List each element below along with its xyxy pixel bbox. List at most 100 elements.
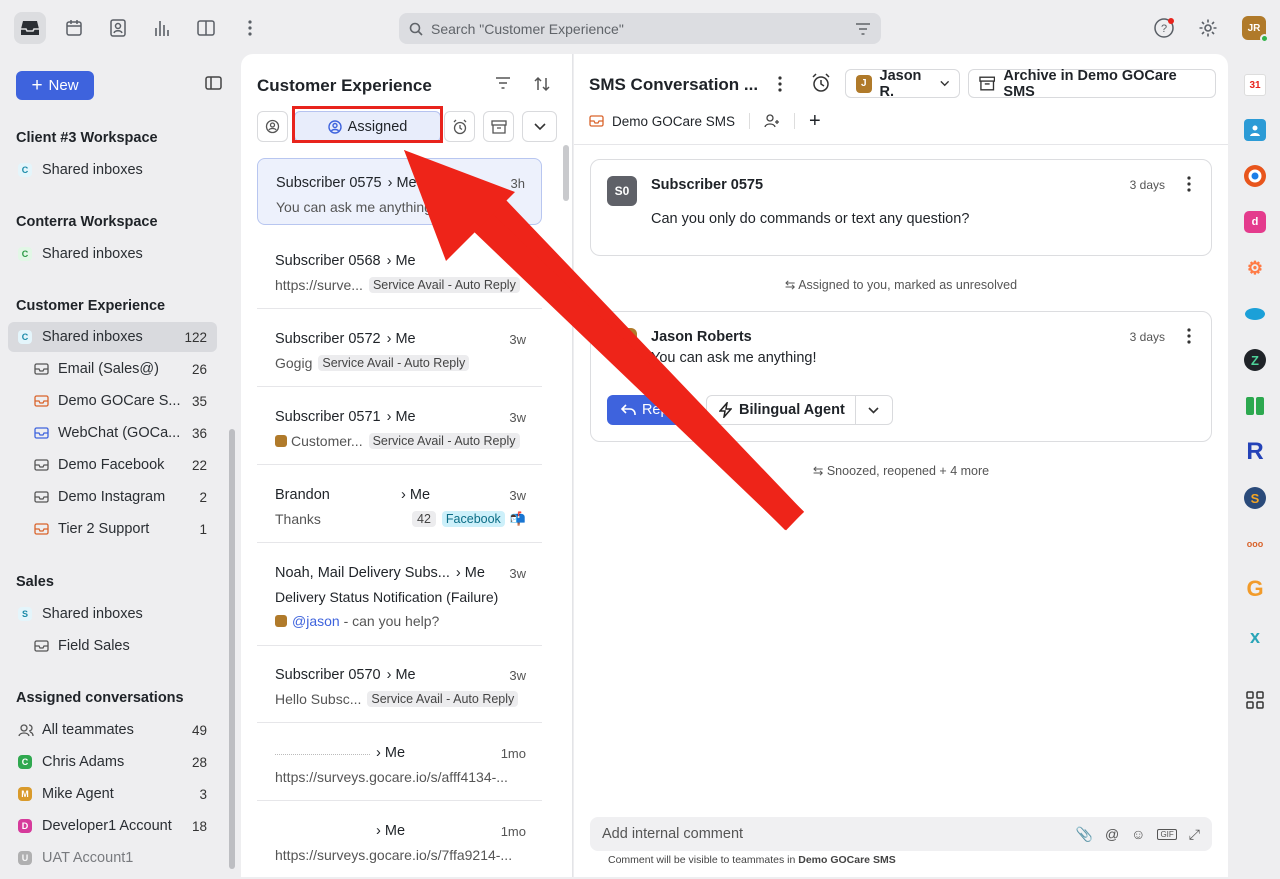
conversation-item[interactable]: Subscriber 0575 › Me 3h You can ask me any… [257, 158, 542, 225]
reply-label: Reply [641, 402, 680, 418]
sidebar-item-count: 18 [191, 818, 207, 834]
tag: Service Avail - Auto Reply [318, 355, 470, 371]
sidebar-item-field-sales[interactable]: Field Sales [8, 631, 217, 661]
assignee-dropdown[interactable]: J Jason R. [845, 68, 960, 100]
assignee-label: › Me [376, 823, 406, 839]
conversation-item[interactable]: Subscriber 0572 › Me 3w Gogig Service Avail… [257, 315, 542, 387]
conversation-preview: https://surve... [275, 277, 363, 293]
sidebar-item-developer1-account[interactable]: D Developer1 Account 18 [8, 811, 217, 841]
mention-icon[interactable]: @ [1105, 826, 1119, 842]
sidebar-item-uat-account1[interactable]: U UAT Account1 [8, 843, 217, 873]
conversation-view: SMS Conversation ... J Jason R. Archive … [574, 54, 1228, 877]
snooze-alarm-icon[interactable] [811, 73, 831, 96]
more-icon[interactable] [234, 12, 266, 44]
search-bar[interactable]: Search "Customer Experience" [399, 13, 881, 44]
filter-icon[interactable] [495, 76, 511, 93]
workspace-badge: S [18, 607, 32, 621]
split-view-icon[interactable] [190, 12, 222, 44]
sidebar-item-shared-inboxes[interactable]: S Shared inboxes [8, 599, 217, 629]
collapse-sidebar-icon[interactable] [205, 76, 222, 93]
envelope-icon [34, 363, 49, 375]
comment-preview: - can you help? [339, 613, 440, 629]
sidebar-scrollbar[interactable] [229, 429, 235, 869]
settings-gear-icon[interactable] [1192, 12, 1224, 44]
add-icon[interactable]: + [809, 111, 821, 131]
group-title: Customer Experience [16, 298, 166, 314]
contact-card-icon[interactable] [1244, 119, 1266, 141]
sidebar-item-demo-facebook[interactable]: Demo Facebook 22 [8, 450, 217, 480]
expand-icon[interactable]: ⤢ [1189, 826, 1200, 843]
zendesk-icon[interactable]: Z [1244, 349, 1266, 371]
message-more-icon[interactable] [1187, 176, 1191, 195]
g-app-icon[interactable]: G [1244, 576, 1266, 601]
dots-app-icon[interactable]: ooo [1244, 533, 1266, 555]
inbox-icon[interactable] [14, 12, 46, 44]
tag: Facebook [441, 511, 505, 527]
list-title: Customer Experience [257, 76, 432, 95]
conversation-item[interactable]: Subscriber 0571 › Me 3w Customer... Service… [257, 393, 542, 465]
sidebar-item-email-sales[interactable]: Email (Sales@) 26 [8, 354, 217, 384]
conversation-item[interactable]: Subscriber 0570 › Me 3w Hello Subsc... Serv… [257, 651, 542, 723]
conversation-from: Subscriber 0571 [275, 409, 381, 425]
teammate-filter-chip[interactable] [257, 111, 288, 142]
more-tabs-dropdown[interactable] [522, 111, 557, 142]
conversation-item[interactable]: Noah, Mail Delivery Subs... › Me 3w Delive… [257, 549, 542, 646]
user-avatar[interactable]: JR [1242, 16, 1269, 43]
conversation-item[interactable]: Subscriber 0568 › Me 3w https://surve... Se… [257, 237, 542, 309]
x-app-icon[interactable]: x [1244, 626, 1266, 648]
contacts-icon[interactable] [102, 12, 134, 44]
conversation-item[interactable]: Brandon › Me 3w Thanks 42 Facebook 📬 [257, 471, 542, 543]
conversation-item[interactable]: › Me 1mo https://surveys.gocare.io/s/7ffa… [257, 807, 542, 879]
sidebar-item-chris-adams[interactable]: C Chris Adams 28 [8, 747, 217, 777]
sort-icon[interactable] [534, 76, 550, 95]
search-input[interactable]: Search "Customer Experience" [431, 21, 855, 37]
snoozed-tab[interactable] [444, 111, 475, 142]
archived-tab[interactable] [483, 111, 514, 142]
sidebar-item-shared-inboxes[interactable]: C Shared inboxes [8, 155, 217, 185]
salesforce-icon[interactable] [1244, 303, 1266, 325]
sidebar-item-demo-gocare-sms[interactable]: Demo GOCare S... 35 [8, 386, 217, 416]
message-body: Can you only do commands or text any que… [651, 211, 970, 227]
reply-button[interactable]: Reply [607, 395, 693, 425]
emoji-icon[interactable]: ☺ [1131, 826, 1145, 842]
help-icon[interactable]: ? [1148, 12, 1180, 44]
d-app-icon[interactable]: d [1244, 211, 1266, 233]
attachment-icon[interactable]: 📎 [1076, 826, 1093, 843]
r-app-icon[interactable]: R [1244, 438, 1266, 465]
new-button[interactable]: + New [16, 71, 94, 100]
sidebar-item-demo-instagram[interactable]: Demo Instagram 2 [8, 482, 217, 512]
comment-input[interactable]: Add internal comment [602, 826, 1076, 842]
app-grid-icon[interactable] [1244, 689, 1266, 711]
chevron-down-icon [533, 122, 546, 130]
agent-dropdown[interactable] [856, 406, 892, 414]
inbox-name[interactable]: Demo GOCare SMS [612, 114, 735, 129]
list-scrollbar[interactable] [563, 145, 569, 201]
archive-button[interactable]: Archive in Demo GOCare SMS [968, 68, 1216, 100]
gif-icon[interactable]: GIF [1157, 828, 1177, 840]
s-app-icon[interactable]: S [1244, 487, 1266, 509]
assignee-label: › Me [401, 487, 431, 503]
target-app-icon[interactable] [1244, 165, 1266, 187]
add-participant-icon[interactable] [764, 113, 780, 129]
conversation-item[interactable]: › Me 1mo https://surveys.gocare.io/s/afff… [257, 729, 542, 801]
sidebar-item-count: 1 [199, 521, 207, 537]
internal-comment-composer[interactable]: Add internal comment 📎 @ ☺ GIF ⤢ [590, 817, 1212, 851]
sidebar-item-mike-agent[interactable]: M Mike Agent 3 [8, 779, 217, 809]
calendar-icon[interactable] [58, 12, 90, 44]
green-app-icon[interactable] [1244, 395, 1266, 417]
mention[interactable]: @jason [292, 613, 340, 629]
sidebar-item-shared-inboxes[interactable]: C Shared inboxes 122 [8, 322, 217, 352]
hubspot-icon[interactable]: ⚙ [1244, 257, 1266, 279]
sidebar-item-label: Chris Adams [42, 754, 125, 770]
sidebar-item-shared-inboxes[interactable]: C Shared inboxes [8, 239, 217, 269]
sidebar-item-webchat[interactable]: WebChat (GOCa... 36 [8, 418, 217, 448]
sidebar-item-tier-2-support[interactable]: Tier 2 Support 1 [8, 514, 217, 544]
online-status-dot [1260, 34, 1269, 43]
filter-icon[interactable] [855, 22, 871, 35]
bilingual-agent-button[interactable]: Bilingual Agent [706, 395, 893, 425]
more-options-icon[interactable] [778, 76, 782, 95]
analytics-icon[interactable] [146, 12, 178, 44]
google-calendar-icon[interactable]: 31 [1244, 74, 1266, 96]
sidebar-item-all-teammates[interactable]: All teammates 49 [8, 715, 217, 745]
message-more-icon[interactable] [1187, 328, 1191, 347]
